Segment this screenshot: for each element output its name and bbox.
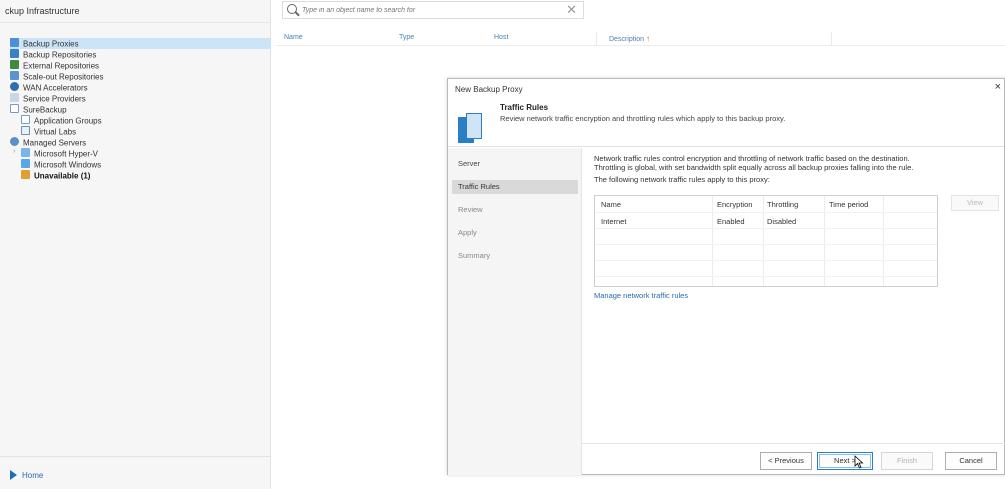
column-divider — [883, 196, 884, 286]
tree-item-unavailable[interactable]: Unavailable (1) — [21, 170, 90, 181]
column-divider[interactable] — [596, 32, 597, 46]
row-divider — [595, 228, 937, 229]
surebackup-icon — [10, 104, 19, 113]
step-server[interactable]: Server — [452, 157, 578, 171]
cancel-button[interactable]: Cancel — [945, 452, 997, 470]
table-cell-encryption: Enabled — [717, 217, 745, 226]
next-button[interactable]: Next > — [817, 452, 873, 470]
step-summary: Summary — [458, 251, 491, 260]
table-cell-throttling: Disabled — [767, 217, 797, 226]
traffic-rules-description: Network traffic rules control encryption… — [594, 154, 999, 172]
table-header-name[interactable]: Name — [601, 200, 621, 209]
tree-item-surebackup[interactable]: SureBackup — [10, 104, 67, 115]
column-header-type[interactable]: Type — [399, 34, 414, 41]
step-review: Review — [458, 205, 483, 214]
description-line: Network traffic rules control encryption… — [594, 154, 910, 163]
search-icon — [287, 4, 297, 14]
service-provider-icon — [10, 93, 19, 102]
tree-item-virtual-labs[interactable]: Virtual Labs — [21, 126, 76, 137]
search-input[interactable] — [302, 4, 552, 16]
panel-title: ckup Infrastructure — [5, 6, 80, 16]
external-repository-icon — [10, 60, 19, 69]
close-icon[interactable]: ✕ — [566, 2, 577, 18]
tree-item-scaleout-repositories[interactable]: Scale-out Repositories — [10, 71, 103, 82]
home-icon — [10, 470, 17, 480]
column-divider — [712, 196, 713, 286]
divider — [0, 456, 271, 457]
wizard-steps: Server Traffic Rules Review Apply Summar… — [448, 148, 582, 475]
virtual-lab-icon — [21, 126, 30, 135]
tree-item-backup-proxies[interactable]: Backup Proxies — [10, 38, 271, 49]
search-box[interactable]: ✕ — [282, 1, 584, 19]
backup-proxy-icon — [458, 113, 482, 143]
description-line: Throttling is global, with set bandwidth… — [594, 163, 914, 172]
proxy-icon — [10, 38, 19, 47]
wan-accelerator-icon — [10, 82, 19, 91]
row-divider — [595, 260, 937, 261]
previous-button[interactable]: < Previous — [760, 452, 812, 470]
row-divider — [595, 276, 937, 277]
row-divider — [595, 212, 937, 213]
column-divider — [763, 196, 764, 286]
tree-item-backup-repositories[interactable]: Backup Repositories — [10, 49, 96, 60]
repository-icon — [10, 49, 19, 58]
new-backup-proxy-dialog: New Backup Proxy × Traffic Rules Review … — [447, 78, 1005, 475]
home-nav-button[interactable]: Home — [10, 470, 43, 480]
tree-item-managed-servers[interactable]: Managed Servers — [10, 137, 86, 148]
tree-item-external-repositories[interactable]: External Repositories — [10, 60, 99, 71]
close-icon[interactable]: × — [995, 81, 1001, 93]
expander-icon[interactable]: › — [13, 148, 15, 155]
unavailable-icon — [21, 170, 30, 179]
sort-arrow-icon: ↑ — [645, 34, 650, 43]
column-header-host[interactable]: Host — [494, 34, 508, 41]
finish-button: Finish — [881, 452, 933, 470]
dialog-title: New Backup Proxy — [455, 85, 523, 94]
column-header-description-label: Description — [609, 36, 645, 43]
infrastructure-panel: ckup Infrastructure Backup Proxies Backu… — [0, 0, 271, 489]
table-cell-name: Internet — [601, 217, 627, 226]
applies-text: The following network traffic rules appl… — [594, 175, 770, 184]
tree-item-service-providers[interactable]: Service Providers — [10, 93, 86, 104]
column-divider[interactable] — [831, 32, 832, 46]
table-header-time-period[interactable]: Time period — [829, 200, 868, 209]
header-title: Traffic Rules — [500, 103, 549, 112]
list-column-headers: Name Type Host Description ↑ — [276, 32, 1005, 46]
tree-item-wan-accelerators[interactable]: WAN Accelerators — [10, 82, 88, 93]
step-apply: Apply — [458, 228, 477, 237]
windows-server-icon — [21, 159, 30, 168]
scaleout-repository-icon — [10, 71, 19, 80]
column-header-description[interactable]: Description ↑ — [609, 34, 650, 43]
managed-servers-icon — [10, 137, 19, 146]
table-header-encryption[interactable]: Encryption — [717, 200, 752, 209]
column-header-name[interactable]: Name — [284, 34, 303, 41]
divider — [0, 22, 271, 23]
traffic-rules-table[interactable]: Name Encryption Throttling Time period I… — [594, 195, 938, 287]
dialog-header: Traffic Rules Review network traffic enc… — [448, 97, 1004, 147]
table-header-throttling[interactable]: Throttling — [767, 200, 798, 209]
row-divider — [595, 244, 937, 245]
home-label: Home — [22, 471, 44, 480]
divider — [582, 443, 1005, 444]
step-content: Network traffic rules control encryption… — [594, 154, 999, 184]
view-button[interactable]: View — [951, 195, 999, 211]
column-divider — [824, 196, 825, 286]
application-group-icon — [21, 115, 30, 124]
manage-traffic-rules-link[interactable]: Manage network traffic rules — [594, 291, 688, 300]
tree-item-application-groups[interactable]: Application Groups — [21, 115, 102, 126]
header-subtitle: Review network traffic encryption and th… — [500, 114, 786, 123]
step-traffic-rules[interactable]: Traffic Rules — [452, 180, 578, 194]
tree-item-microsoft-hyperv[interactable]: Microsoft Hyper-V — [21, 148, 98, 159]
hyperv-icon — [21, 148, 30, 157]
tree-item-microsoft-windows[interactable]: Microsoft Windows — [21, 159, 101, 170]
mouse-cursor-icon — [854, 455, 864, 469]
